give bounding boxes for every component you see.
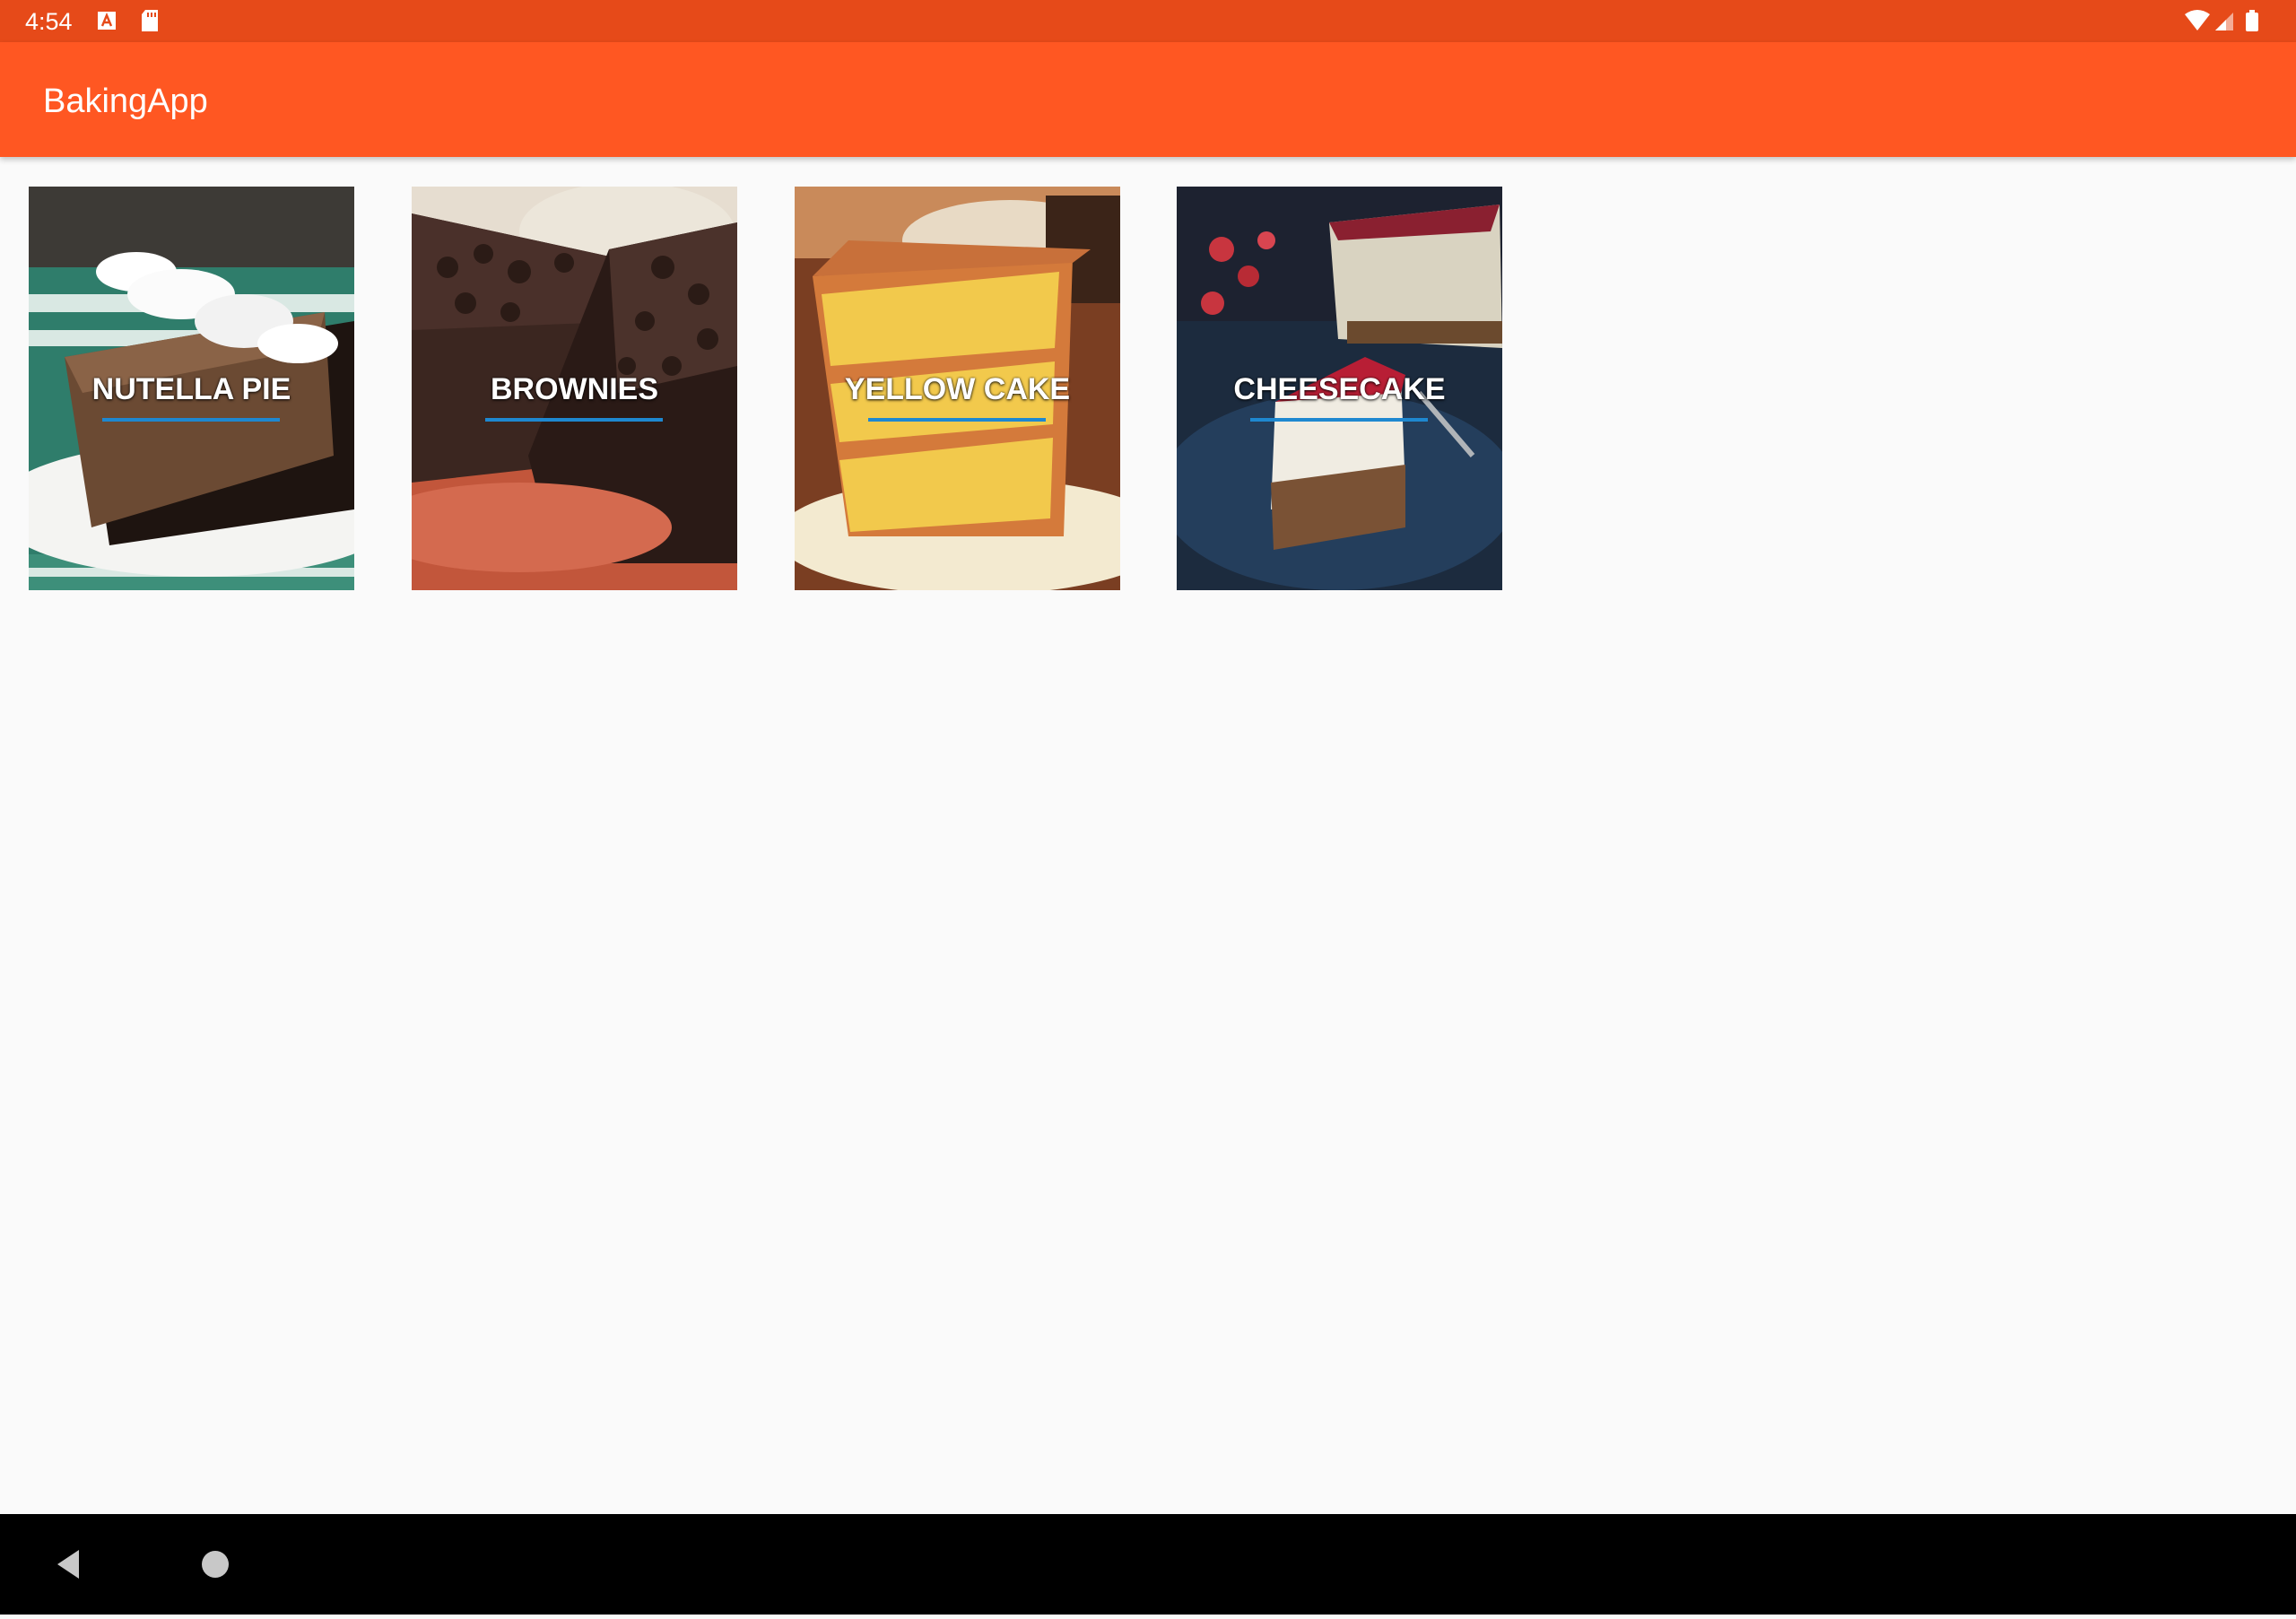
app-bar: BakingApp [0,42,2296,157]
back-button[interactable] [20,1514,120,1615]
home-icon [202,1551,229,1578]
sd-card-icon [140,9,160,32]
home-button[interactable] [165,1514,265,1615]
wifi-icon [2185,10,2210,30]
battery-icon [2246,10,2258,31]
status-bar: 4:54 [0,0,2296,42]
recipe-name: BROWNIES [491,372,658,406]
back-icon [57,1550,79,1579]
recipe-name-underline [1250,418,1428,422]
app-title: BakingApp [43,83,208,120]
recipe-name: NUTELLA PIE [91,372,291,406]
status-icons-right [2183,9,2273,32]
recipe-card-brownies[interactable]: BROWNIES [412,187,737,590]
recipe-name: YELLOW CAKE [844,372,1071,406]
recipe-name-underline [102,418,280,422]
navigation-bar [0,1514,2296,1615]
recipe-name: CHEESECAKE [1233,372,1446,406]
recipe-name-underline [485,418,663,422]
recipe-name-underline [868,418,1046,422]
recipe-card-yellow-cake[interactable]: YELLOW CAKE [795,187,1120,590]
status-time: 4:54 [25,8,73,35]
recipe-card-cheesecake[interactable]: CHEESECAKE [1177,187,1502,590]
recipe-card-nutella-pie[interactable]: NUTELLA PIE [29,187,354,590]
cell-signal-icon [2215,13,2233,30]
text-a-icon [97,9,117,32]
